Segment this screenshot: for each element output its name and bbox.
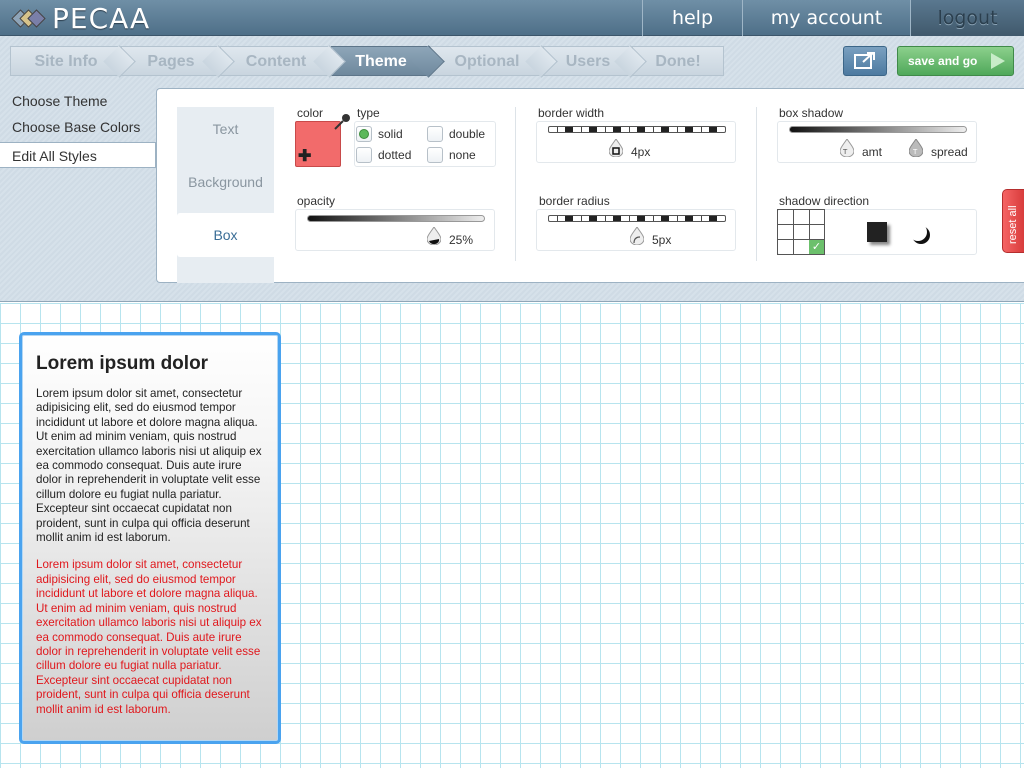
external-link-icon (854, 52, 875, 69)
style-editor-panel: Text Background Box color ✚ type solid d… (156, 88, 1024, 283)
radio-icon (427, 126, 443, 142)
type-none-option[interactable]: none (427, 147, 476, 163)
border-width-slider-track[interactable] (548, 126, 726, 133)
color-label: color (297, 106, 324, 120)
menu-edit-all-styles[interactable]: Edit All Styles (0, 142, 156, 168)
radio-icon (356, 147, 372, 163)
preview-red-paragraph: Lorem ipsum dolor sit amet, consectetur … (36, 558, 262, 716)
element-tabs: Text Background Box (177, 107, 274, 266)
logo-icon (11, 3, 46, 33)
tab-text[interactable]: Text (177, 107, 274, 151)
preview-box[interactable]: Lorem ipsum dolor Lorem ipsum dolor sit … (19, 332, 281, 744)
type-solid-option[interactable]: solid (356, 126, 403, 142)
top-bar: PECAA help my account logout (0, 0, 1024, 36)
opacity-value: 25% (449, 233, 474, 247)
menu-choose-theme[interactable]: Choose Theme (0, 88, 156, 114)
shadow-circle-preview (909, 223, 927, 241)
wizard-steps: Site Info Pages Content Theme Optional U… (10, 46, 724, 76)
svg-text:T: T (912, 148, 918, 156)
reset-all-button[interactable]: reset all (1002, 189, 1024, 253)
opacity-slider-handle[interactable] (427, 227, 441, 245)
shadow-spread-handle[interactable]: T (909, 139, 923, 157)
app-title: PECAA (52, 1, 151, 35)
plus-icon: ✚ (298, 148, 312, 165)
editor-header: Site Info Pages Content Theme Optional U… (0, 36, 1024, 302)
shadow-square-preview (867, 222, 887, 242)
border-radius-value: 5px (652, 233, 672, 247)
my-account-link[interactable]: my account (742, 0, 910, 36)
box-shadow-slider-track[interactable] (789, 126, 967, 133)
border-radius-label: border radius (539, 194, 610, 208)
shadow-spread-label: spread (931, 145, 968, 159)
border-width-label: border width (538, 106, 605, 120)
shadow-amount-handle[interactable]: T (840, 139, 854, 157)
step-content[interactable]: Content (220, 46, 332, 76)
shadow-direction-grid[interactable]: ✓ (777, 209, 825, 255)
menu-choose-base-colors[interactable]: Choose Base Colors (0, 114, 156, 140)
eyedropper-icon[interactable] (333, 113, 351, 131)
shadow-amount-label: amt (862, 145, 883, 159)
top-nav: help my account logout (642, 0, 1024, 36)
step-site-info[interactable]: Site Info (10, 46, 122, 76)
opacity-label: opacity (297, 194, 336, 208)
svg-text:T: T (842, 148, 848, 156)
type-dotted-option[interactable]: dotted (356, 147, 411, 163)
radio-icon (427, 147, 443, 163)
help-link[interactable]: help (642, 0, 742, 36)
border-radius-slider-track[interactable] (548, 215, 726, 222)
radio-selected-icon (356, 126, 372, 142)
border-width-slider-handle[interactable] (609, 139, 623, 157)
step-optional[interactable]: Optional (430, 46, 544, 76)
play-arrow-icon (991, 53, 1005, 69)
box-shadow-label: box shadow (779, 106, 844, 120)
preview-popout-button[interactable] (843, 46, 887, 76)
type-double-option[interactable]: double (427, 126, 485, 142)
logout-link[interactable]: logout (910, 0, 1024, 36)
border-radius-slider-handle[interactable] (630, 227, 644, 245)
preview-heading: Lorem ipsum dolor (36, 353, 209, 374)
border-width-value: 4px (631, 145, 651, 159)
opacity-slider-track[interactable] (307, 215, 485, 222)
save-and-go-button[interactable]: save and go (897, 46, 1014, 76)
style-menu: Choose Theme Choose Base Colors Edit All… (0, 88, 156, 168)
tab-background[interactable]: Background (177, 160, 274, 204)
type-label: type (357, 106, 380, 120)
preview-paragraph: Lorem ipsum dolor sit amet, consectetur … (36, 387, 262, 545)
logo[interactable]: PECAA (11, 1, 151, 35)
tab-box[interactable]: Box (177, 213, 274, 257)
checkmark-icon: ✓ (809, 240, 824, 254)
shadow-direction-label: shadow direction (779, 194, 870, 208)
